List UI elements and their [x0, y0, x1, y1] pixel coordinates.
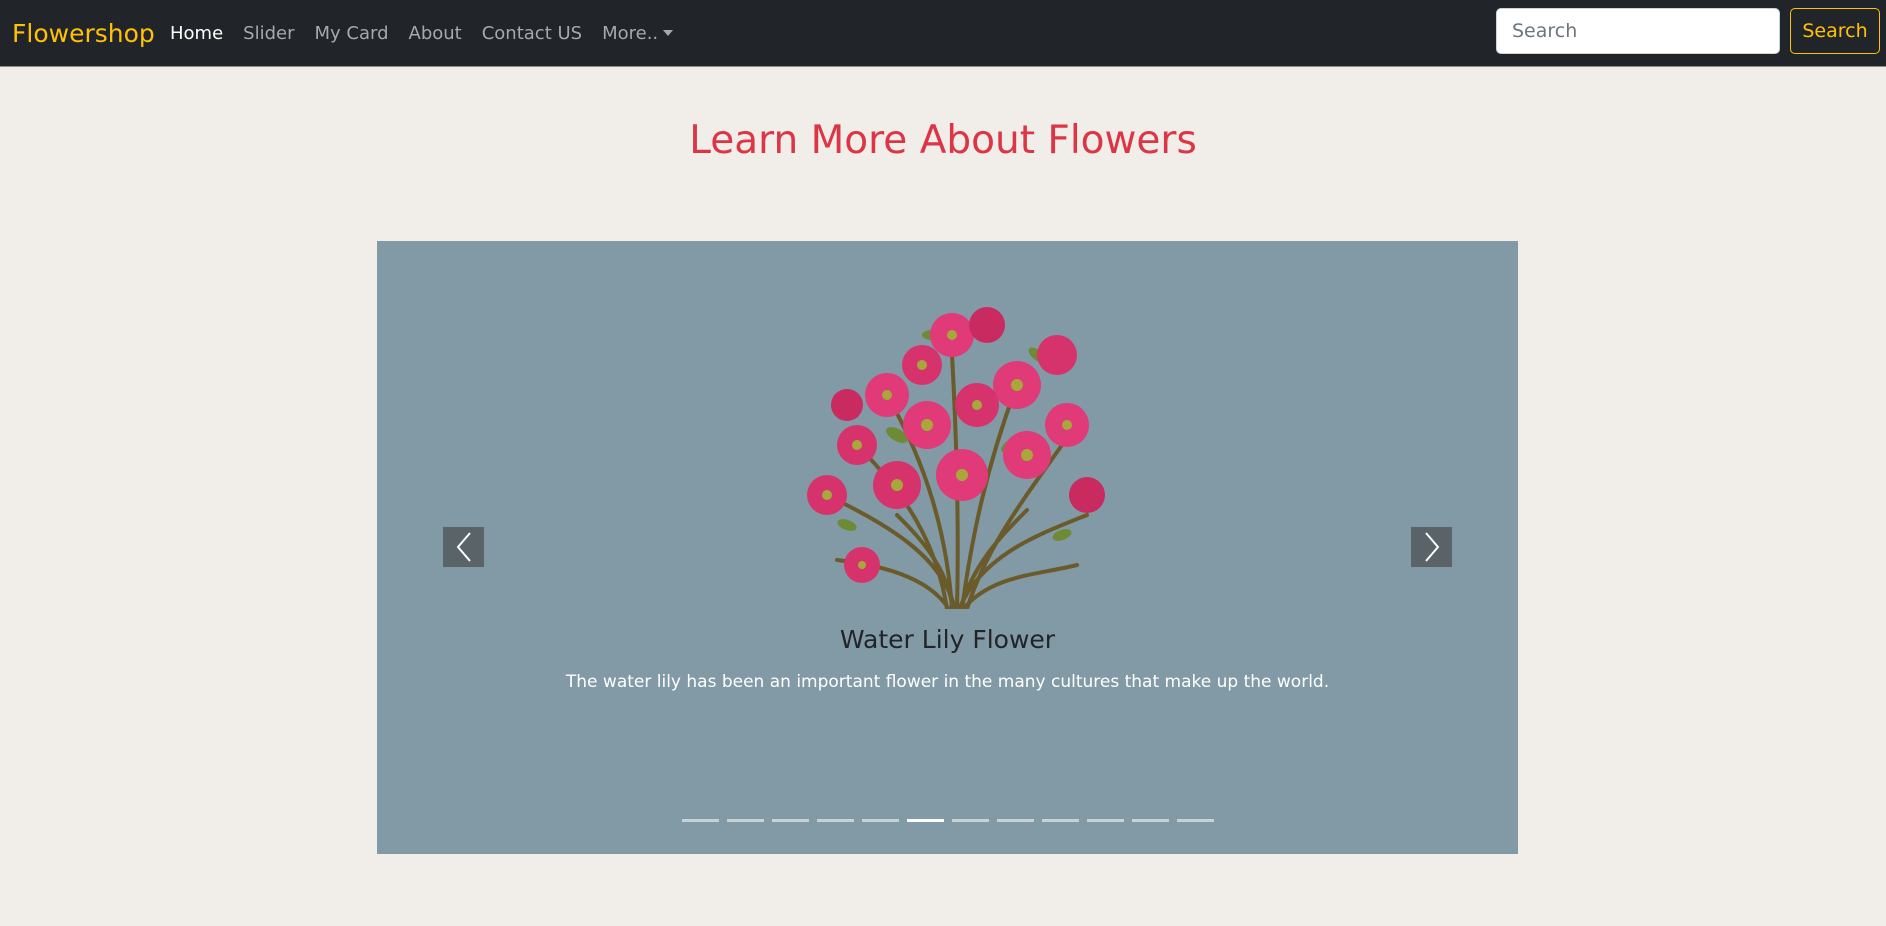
carousel-indicator[interactable]: [906, 819, 944, 822]
flower-bouquet-image: [807, 307, 1105, 609]
nav-link-my-card[interactable]: My Card: [304, 23, 398, 44]
carousel-indicator[interactable]: [726, 819, 764, 822]
carousel-indicator[interactable]: [771, 819, 809, 822]
carousel-prev-button[interactable]: [443, 527, 484, 567]
chevron-left-icon: [456, 532, 471, 562]
page-title: Learn More About Flowers: [689, 118, 1197, 163]
brand-logo[interactable]: Flowershop: [12, 0, 155, 67]
carousel-indicator[interactable]: [816, 819, 854, 822]
caret-down-icon: [663, 30, 674, 36]
carousel-indicator[interactable]: [1086, 819, 1124, 822]
nav-links: Home Slider My Card About Contact US Mor…: [160, 0, 683, 67]
carousel-next-button[interactable]: [1411, 527, 1452, 567]
carousel-indicator[interactable]: [1131, 819, 1169, 822]
carousel-indicator[interactable]: [996, 819, 1034, 822]
nav-dropdown-more[interactable]: More..: [592, 23, 683, 44]
carousel-indicator[interactable]: [951, 819, 989, 822]
search-button[interactable]: Search: [1790, 8, 1880, 54]
nav-dropdown-more-label: More..: [602, 23, 659, 44]
nav-link-about[interactable]: About: [399, 23, 472, 44]
search-form: Search: [1496, 8, 1880, 54]
carousel: Water Lily Flower The water lily has bee…: [377, 241, 1518, 854]
carousel-indicator[interactable]: [1176, 819, 1214, 822]
carousel-indicator[interactable]: [681, 819, 719, 822]
search-input[interactable]: [1496, 8, 1780, 54]
chevron-right-icon: [1424, 532, 1439, 562]
nav-link-contact-us[interactable]: Contact US: [472, 23, 592, 44]
carousel-indicator[interactable]: [861, 819, 899, 822]
slide-caption: The water lily has been an important flo…: [565, 672, 1330, 692]
nav-link-home[interactable]: Home: [160, 23, 233, 44]
nav-link-slider[interactable]: Slider: [233, 23, 304, 44]
carousel-indicator[interactable]: [1041, 819, 1079, 822]
slide-title: Water Lily Flower: [839, 625, 1056, 654]
navbar: Flowershop Home Slider My Card About Con…: [0, 0, 1886, 67]
carousel-indicators: [377, 819, 1518, 822]
